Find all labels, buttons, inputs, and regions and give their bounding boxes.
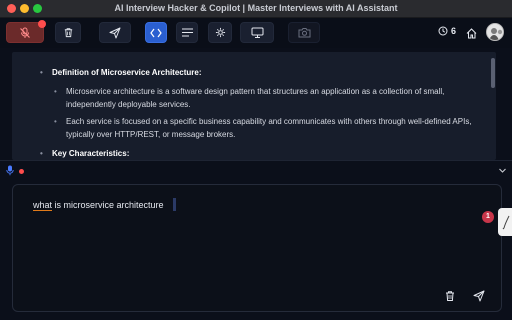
screenshot-button[interactable] — [288, 22, 320, 43]
gear-icon — [215, 27, 225, 38]
answer-heading: Definition of Microservice Architecture: — [40, 66, 492, 79]
text-cursor — [173, 198, 176, 211]
answer-content: Definition of Microservice Architecture:… — [40, 66, 492, 160]
lines-icon — [181, 28, 193, 37]
answer-point: Each service is focused on a specific bu… — [54, 115, 492, 141]
spellcheck-word: what — [33, 200, 53, 211]
microphone-toggle-button[interactable] — [6, 20, 46, 43]
answer-point: Microservice architecture is a software … — [54, 85, 492, 111]
code-icon — [150, 28, 162, 37]
clock-icon — [438, 26, 448, 36]
send-icon — [109, 27, 121, 38]
clear-button[interactable] — [55, 22, 81, 43]
send-button[interactable] — [99, 22, 131, 43]
submit-question-button[interactable] — [473, 289, 485, 307]
question-text-rest: is microservice architecture — [52, 200, 164, 210]
mic-off-icon — [20, 27, 30, 38]
question-text[interactable]: what is microservice architecture — [33, 200, 164, 211]
scrollbar-thumb[interactable] — [491, 58, 495, 88]
user-avatar[interactable] — [486, 23, 504, 41]
timer-value: 6 — [451, 26, 457, 36]
avatar-image-icon — [487, 24, 503, 40]
answer-scrollbar[interactable] — [490, 54, 496, 158]
question-input-box[interactable]: what is microservice architecture — [12, 184, 502, 312]
home-icon — [466, 28, 477, 39]
ai-model-button[interactable] — [208, 22, 232, 43]
panel-divider — [0, 160, 512, 180]
recording-indicator-dot — [38, 20, 46, 28]
notification-badge[interactable]: 1 — [482, 211, 494, 223]
trash-icon — [64, 28, 72, 38]
screen-share-button[interactable] — [240, 22, 274, 43]
send-icon — [473, 290, 485, 302]
home-button[interactable] — [466, 26, 477, 44]
session-timer: 6 — [438, 26, 456, 36]
camera-icon — [298, 28, 310, 38]
chevron-down-icon[interactable] — [498, 166, 507, 175]
window-titlebar: AI Interview Hacker & Copilot | Master I… — [0, 0, 512, 18]
answer-heading: Key Characteristics: — [40, 147, 492, 160]
listening-indicator-dot — [19, 169, 24, 174]
side-panel-tab[interactable] — [498, 208, 512, 236]
mic-icon — [6, 165, 14, 176]
monitor-icon — [251, 27, 263, 38]
answer-panel: Definition of Microservice Architecture:… — [12, 52, 496, 160]
trash-icon — [446, 291, 454, 301]
window-title: AI Interview Hacker & Copilot | Master I… — [114, 3, 398, 13]
clear-input-button[interactable] — [444, 289, 456, 307]
pen-icon — [502, 215, 510, 230]
toolbar: 6 — [0, 18, 512, 48]
text-mode-button[interactable] — [176, 22, 198, 43]
code-mode-button[interactable] — [145, 22, 167, 43]
